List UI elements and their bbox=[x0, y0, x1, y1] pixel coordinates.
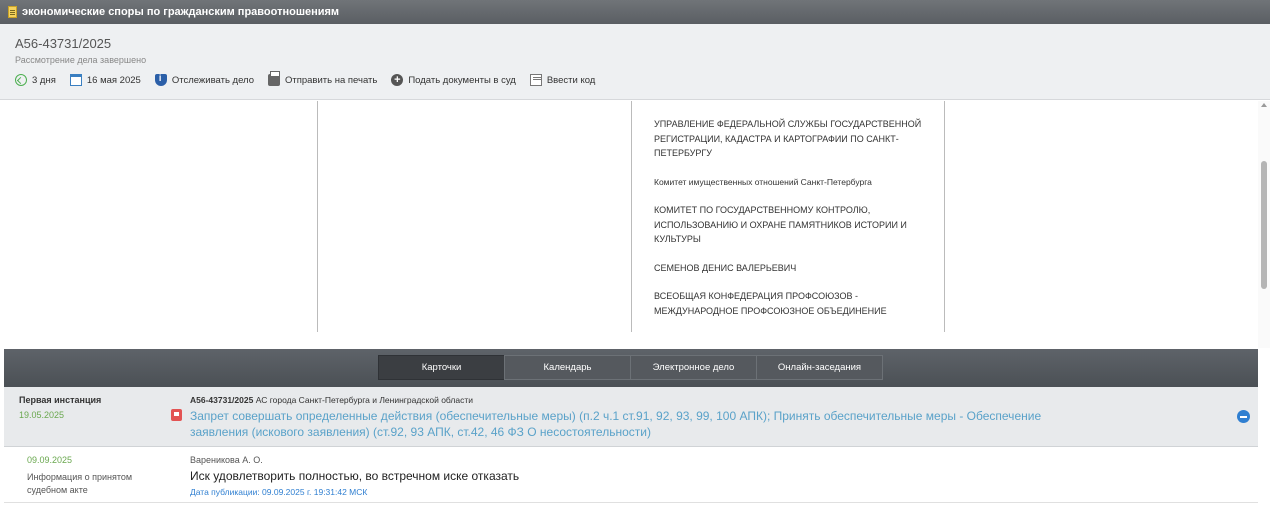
print-label: Отправить на печать bbox=[284, 74, 378, 86]
submit-documents-button[interactable]: + Подать документы в суд bbox=[391, 74, 516, 86]
instance-court: АС города Санкт-Петербурга и Ленинградск… bbox=[255, 395, 473, 405]
party-item: КОМИТЕТ ПО ГОСУДАРСТВЕННОМУ КОНТРОЛЮ, ИС… bbox=[654, 205, 907, 244]
enter-code-label: Ввести код bbox=[546, 74, 596, 86]
enter-code-button[interactable]: Ввести код bbox=[529, 74, 596, 86]
third-parties-list: УПРАВЛЕНИЕ ФЕДЕРАЛЬНОЙ СЛУЖБЫ ГОСУДАРСТВ… bbox=[654, 117, 924, 332]
instance-case-info: А56-43731/2025 АС города Санкт-Петербург… bbox=[190, 395, 473, 405]
date-button[interactable]: 16 мая 2025 bbox=[69, 74, 141, 86]
window-title: экономические споры по гражданским право… bbox=[22, 6, 340, 18]
party-item: Комитет имущественных отношений Санкт-Пе… bbox=[654, 176, 872, 187]
keyboard-icon bbox=[529, 74, 542, 86]
instance-row: Первая инстанция 19.05.2025 А56-43731/20… bbox=[4, 387, 1258, 447]
act-judge: Вареникова А. О. bbox=[190, 455, 263, 465]
calendar-icon bbox=[69, 74, 82, 86]
print-button[interactable]: Отправить на печать bbox=[267, 71, 378, 86]
date-label: 16 мая 2025 bbox=[86, 74, 141, 86]
instance-date: 19.05.2025 bbox=[19, 410, 65, 420]
case-tabs: Карточки Календарь Электронное дело Онла… bbox=[378, 355, 883, 380]
days-label: 3 дня bbox=[32, 74, 56, 86]
document-icon bbox=[8, 6, 17, 18]
judicial-act-row: 09.09.2025 Информация о принятом судебно… bbox=[4, 448, 1258, 503]
case-parties-panel: УПРАВЛЕНИЕ ФЕДЕРАЛЬНОЙ СЛУЖБЫ ГОСУДАРСТВ… bbox=[0, 101, 1258, 348]
submit-documents-label: Подать документы в суд bbox=[408, 74, 516, 86]
scroll-up-arrow-icon[interactable] bbox=[1261, 103, 1267, 107]
act-result: Иск удовлетворить полностью, во встречно… bbox=[190, 469, 520, 483]
shield-icon bbox=[154, 73, 167, 86]
case-header: А56-43731/2025 Рассмотрение дела заверше… bbox=[0, 24, 1270, 100]
case-status: Рассмотрение дела завершено bbox=[15, 55, 147, 65]
tab-electronic-case[interactable]: Электронное дело bbox=[630, 355, 757, 380]
instance-case-number: А56-43731/2025 bbox=[190, 395, 254, 405]
tab-online-sessions[interactable]: Онлайн-заседания bbox=[756, 355, 883, 380]
act-type: Информация о принятом судебном акте bbox=[27, 472, 133, 495]
days-button[interactable]: 3 дня bbox=[15, 74, 56, 86]
act-publication-date[interactable]: Дата публикации: 09.09.2025 г. 19:31:42 … bbox=[190, 487, 367, 497]
column-divider bbox=[631, 101, 632, 332]
scroll-thumb[interactable] bbox=[1261, 161, 1267, 289]
tab-calendar[interactable]: Календарь bbox=[504, 355, 631, 380]
party-item: ВСЕОБЩАЯ КОНФЕДЕРАЦИЯ ПРОФСОЮЗОВ - МЕЖДУ… bbox=[654, 291, 887, 316]
instance-title: Первая инстанция bbox=[19, 395, 102, 405]
back-arrow-icon bbox=[15, 74, 27, 86]
vertical-scrollbar[interactable] bbox=[1258, 101, 1270, 348]
window-titlebar: экономические споры по гражданским право… bbox=[0, 0, 1270, 24]
document-link[interactable]: Запрет совершать определенные действия (… bbox=[190, 408, 1060, 440]
tabs-bar: Карточки Календарь Электронное дело Онла… bbox=[4, 349, 1258, 387]
case-toolbar: 3 дня 16 мая 2025 Отслеживать дело Отпра… bbox=[15, 71, 609, 86]
act-date: 09.09.2025 bbox=[27, 455, 73, 465]
party-item: УПРАВЛЕНИЕ ФЕДЕРАЛЬНОЙ СЛУЖБЫ ГОСУДАРСТВ… bbox=[654, 119, 922, 158]
case-number: А56-43731/2025 bbox=[15, 36, 112, 51]
track-case-button[interactable]: Отслеживать дело bbox=[154, 73, 254, 86]
tab-cards[interactable]: Карточки bbox=[378, 355, 505, 380]
printer-icon bbox=[267, 71, 280, 86]
track-case-label: Отслеживать дело bbox=[171, 74, 254, 86]
pdf-icon[interactable] bbox=[171, 409, 182, 421]
party-item: СЕМЕНОВ ДЕНИС ВАЛЕРЬЕВИЧ bbox=[654, 262, 797, 273]
plus-circle-icon: + bbox=[391, 74, 404, 86]
collapse-button[interactable] bbox=[1237, 410, 1250, 423]
column-divider bbox=[317, 101, 318, 332]
column-divider bbox=[944, 101, 945, 332]
